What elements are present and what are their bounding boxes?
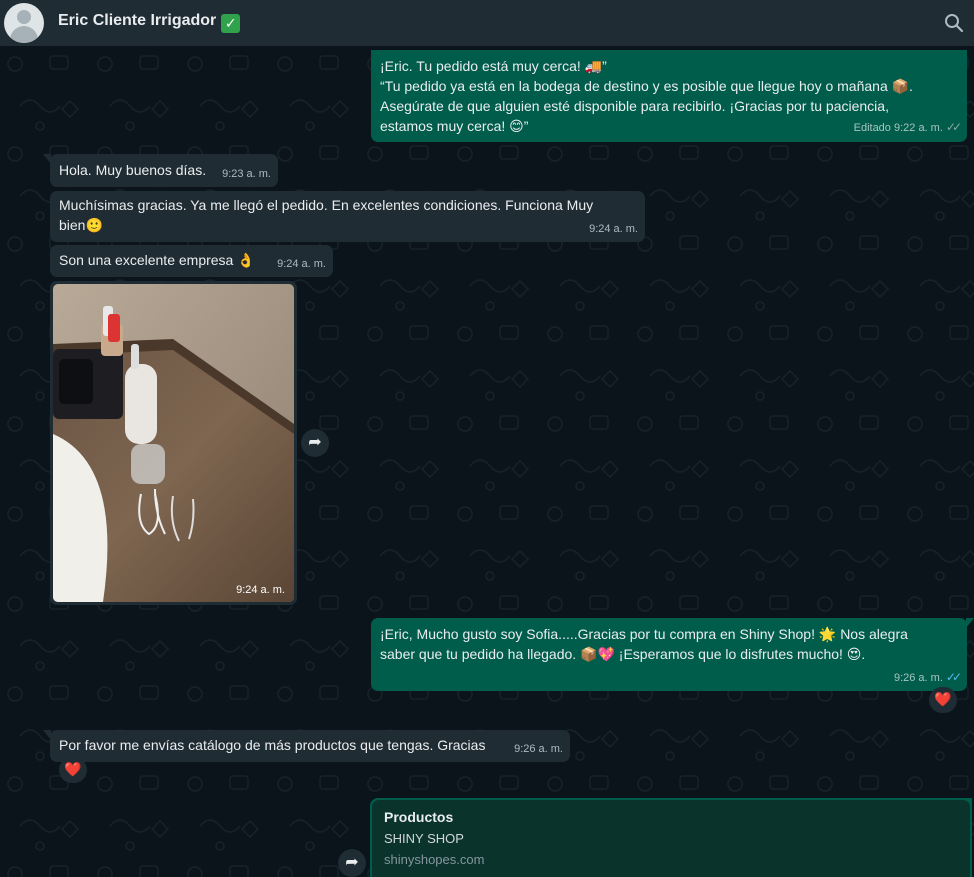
- heart-reaction[interactable]: ❤️: [929, 687, 957, 713]
- contact-avatar[interactable]: [4, 3, 44, 43]
- message-text: Hola. Muy buenos días.: [59, 162, 207, 178]
- link-preview-card[interactable]: Productos SHINY SHOP shinyshopes.com: [372, 800, 970, 877]
- message-text: Son una excelente empresa 👌: [59, 252, 255, 268]
- outgoing-message[interactable]: ¡Eric. Tu pedido está muy cerca! 🚚” “Tu …: [371, 50, 967, 142]
- message-time: 9:24 a. m.: [236, 584, 285, 596]
- contact-name-row[interactable]: Eric Cliente Irrigador ✓: [58, 12, 241, 33]
- message-text-line: “Tu pedido ya está en la bodega de desti…: [380, 78, 913, 94]
- photo-illustration: [53, 284, 294, 602]
- link-url[interactable]: shinyshopes.com: [384, 852, 958, 867]
- incoming-message[interactable]: Hola. Muy buenos días. 9:23 a. m.: [43, 154, 278, 187]
- message-text: Por favor me envías catálogo de más prod…: [59, 737, 486, 753]
- message-time: 9:26 a. m.: [893, 672, 943, 684]
- contact-name[interactable]: Eric Cliente Irrigador: [58, 12, 216, 29]
- product-photo[interactable]: 9:24 a. m.: [53, 284, 294, 602]
- message-text-line: Muchísimas gracias. Ya me llegó el pedid…: [59, 197, 594, 213]
- message-text-line: bien🙂: [59, 217, 103, 233]
- image-message[interactable]: 9:24 a. m.: [50, 281, 297, 605]
- double-check-icon: ✓✓: [945, 670, 962, 684]
- outgoing-message[interactable]: ¡Eric, Mucho gusto soy Sofia.....Gracias…: [371, 618, 974, 691]
- message-text-line: saber que tu pedido ha llegado. 📦💖 ¡Espe…: [380, 646, 866, 662]
- message-time: 9:24 a. m.: [277, 258, 326, 270]
- search-icon[interactable]: [942, 11, 966, 35]
- check-mark-icon: ✓: [221, 14, 241, 33]
- message-time: 9:23 a. m.: [222, 168, 271, 180]
- link-title: Productos: [384, 809, 454, 825]
- forward-icon[interactable]: ➦: [301, 429, 329, 457]
- incoming-message[interactable]: Muchísimas gracias. Ya me llegó el pedid…: [50, 191, 645, 242]
- message-text-line: Asegúrate de que alguien esté disponible…: [380, 98, 889, 114]
- message-text-line: ¡Eric, Mucho gusto soy Sofia.....Gracias…: [380, 626, 908, 642]
- message-time: Editado 9:22 a. m.: [853, 122, 943, 134]
- double-check-icon: ✓✓: [945, 120, 962, 134]
- heart-reaction[interactable]: ❤️: [59, 757, 87, 783]
- chat-header: Eric Cliente Irrigador ✓: [0, 0, 974, 46]
- message-time: 9:24 a. m.: [589, 223, 638, 235]
- message-text-line: ¡Eric. Tu pedido está muy cerca! 🚚”: [380, 58, 607, 74]
- incoming-message[interactable]: Son una excelente empresa 👌 9:24 a. m.: [50, 245, 333, 277]
- link-subtitle: SHINY SHOP: [384, 831, 464, 846]
- chat-area[interactable]: ¡Eric. Tu pedido está muy cerca! 🚚” “Tu …: [0, 46, 974, 877]
- message-time: 9:26 a. m.: [514, 743, 563, 755]
- incoming-message[interactable]: Por favor me envías catálogo de más prod…: [43, 730, 570, 762]
- forward-icon[interactable]: ➦: [338, 849, 366, 877]
